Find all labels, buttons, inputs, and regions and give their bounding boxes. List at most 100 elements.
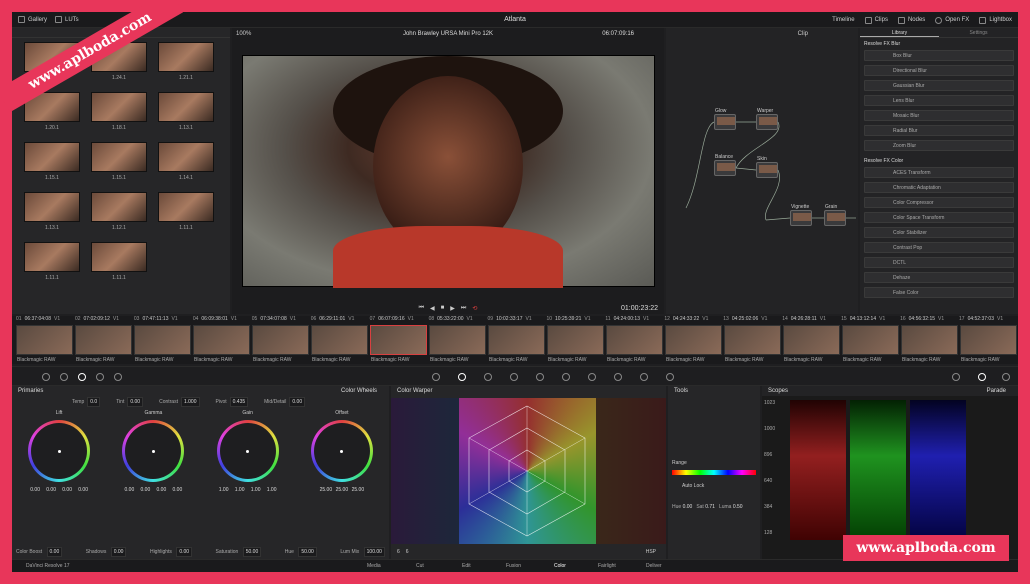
magic-mask-icon[interactable] (562, 373, 570, 381)
clip-thumbnail[interactable]: Blackmagic RAW (724, 325, 781, 363)
clip-thumbnail[interactable]: Blackmagic RAW (842, 325, 899, 363)
auto-lock-toggle[interactable]: Auto Lock (682, 483, 704, 489)
scope-mode[interactable]: Parade (987, 388, 1006, 394)
fx-item[interactable]: Mosaic Blur (864, 110, 1014, 121)
tab-settings[interactable]: Settings (939, 28, 1018, 37)
fx-item[interactable]: Radial Blur (864, 125, 1014, 136)
wheel-offset[interactable]: Offset 25.00 25.00 25.00 (302, 410, 382, 493)
wheel-value[interactable]: 25.00 (335, 487, 349, 493)
nav-color[interactable]: Color (554, 563, 566, 569)
still-thumb[interactable]: 1.18.1 (91, 92, 147, 131)
temp-control[interactable]: Temp 0.0 (72, 397, 101, 407)
clip-thumbnail[interactable]: Blackmagic RAW (311, 325, 368, 363)
tab-library[interactable]: Library (860, 28, 939, 37)
fx-item[interactable]: Chromatic Adaptation (864, 182, 1014, 193)
fx-item[interactable]: ACES Transform (864, 167, 1014, 178)
still-thumb[interactable]: 1.13.1 (24, 192, 80, 231)
clip-thumbnail[interactable]: Blackmagic RAW (193, 325, 250, 363)
still-thumb[interactable]: 1.15.1 (91, 142, 147, 181)
shadows-control[interactable]: Shadows 0.00 (86, 547, 127, 557)
gallery-tab[interactable]: Gallery (18, 16, 47, 23)
fx-item[interactable]: Contrast Pop (864, 242, 1014, 253)
wheel-gamma[interactable]: Gamma 0.00 0.00 0.00 0.00 (113, 410, 193, 493)
zoom-level[interactable]: 100% (236, 31, 251, 37)
window-icon[interactable] (510, 373, 518, 381)
loop-icon[interactable]: ⟲ (472, 305, 477, 312)
middetail-control[interactable]: Mid/Detail 0.00 (264, 397, 306, 407)
wheel-value[interactable]: 0.00 (154, 487, 168, 493)
qualifier-icon[interactable] (484, 373, 492, 381)
still-thumb[interactable]: 1.11.1 (158, 192, 214, 231)
motion-effects-icon[interactable] (1002, 373, 1010, 381)
primaries-icon[interactable] (78, 373, 86, 381)
nav-media[interactable]: Media (367, 563, 381, 569)
warper-rows[interactable]: 6 (406, 549, 409, 555)
clip-thumbnail[interactable]: Blackmagic RAW (252, 325, 309, 363)
clip-thumbnail[interactable]: Blackmagic RAW (16, 325, 73, 363)
wheel-value[interactable]: 0.00 (28, 487, 42, 493)
play-reverse-icon[interactable]: ◀ (430, 305, 435, 312)
luts-tab[interactable]: LUTs (55, 16, 79, 23)
wheel-value[interactable]: 0.00 (76, 487, 90, 493)
clip-thumbnail[interactable]: Blackmagic RAW (134, 325, 191, 363)
hdr-icon[interactable] (96, 373, 104, 381)
clip-thumbnail[interactable]: Blackmagic RAW (75, 325, 132, 363)
warper-grid[interactable] (391, 398, 666, 544)
warper-icon[interactable] (458, 373, 466, 381)
color-wheel[interactable] (216, 420, 279, 482)
nav-fusion[interactable]: Fusion (506, 563, 521, 569)
highlights-control[interactable]: Highlights 0.00 (150, 547, 193, 557)
play-icon[interactable]: ▶ (450, 305, 455, 312)
clips-button[interactable]: Clips (864, 16, 888, 24)
hue-range-bar[interactable] (672, 470, 756, 475)
fx-item[interactable]: Directional Blur (864, 65, 1014, 76)
clip-thumbnail[interactable]: Blackmagic RAW (606, 325, 663, 363)
blur-icon[interactable] (588, 373, 596, 381)
timeline-button[interactable]: Timeline (832, 17, 854, 23)
wheel-center[interactable] (31, 423, 88, 479)
tools-hue[interactable]: Hue 0.00 (672, 504, 692, 510)
fx-item[interactable]: Gaussian Blur (864, 80, 1014, 91)
camera-raw-icon[interactable] (42, 373, 50, 381)
pivot-control[interactable]: Pivot 0.435 (216, 397, 249, 407)
color-wheel[interactable] (122, 420, 185, 482)
stop-icon[interactable]: ■ (441, 305, 445, 311)
still-thumb[interactable]: 1.15.1 (24, 142, 80, 181)
tools-sat[interactable]: Sat 0.71 (696, 504, 715, 510)
nav-edit[interactable]: Edit (462, 563, 471, 569)
saturation-control[interactable]: Saturation 50.00 (216, 547, 262, 557)
rgb-mixer-icon[interactable] (114, 373, 122, 381)
clip-thumbnail[interactable]: Blackmagic RAW (547, 325, 604, 363)
info-icon[interactable] (952, 373, 960, 381)
fx-item[interactable]: Lens Blur (864, 95, 1014, 106)
key-icon[interactable] (614, 373, 622, 381)
skip-forward-icon[interactable]: ⏭ (461, 305, 466, 312)
color-boost-control[interactable]: Color Boost 0.00 (16, 547, 63, 557)
fx-item[interactable]: DCTL (864, 257, 1014, 268)
scopes-icon[interactable] (978, 373, 986, 381)
wheel-value[interactable]: 0.00 (138, 487, 152, 493)
wheel-center[interactable] (313, 423, 370, 479)
tracker-icon[interactable] (536, 373, 544, 381)
clip-thumbnail[interactable]: Blackmagic RAW (960, 325, 1017, 363)
wheel-value[interactable]: 0.00 (60, 487, 74, 493)
wheel-value[interactable]: 0.00 (44, 487, 58, 493)
wheel-center[interactable] (219, 423, 276, 479)
curves-icon[interactable] (432, 373, 440, 381)
hue-control[interactable]: Hue 50.00 (285, 547, 317, 557)
wheel-value[interactable]: 0.00 (170, 487, 184, 493)
color-match-icon[interactable] (60, 373, 68, 381)
still-thumb[interactable]: 1.11.1 (91, 242, 147, 281)
wheel-lift[interactable]: Lift 0.00 0.00 0.00 0.00 (19, 410, 99, 493)
clip-thumbnail[interactable]: Blackmagic RAW (370, 325, 427, 363)
nodes-button[interactable]: Nodes (897, 16, 925, 24)
warper-mesh[interactable] (459, 398, 596, 544)
still-thumb[interactable]: 1.13.1 (158, 92, 214, 131)
clip-thumbnail[interactable]: Blackmagic RAW (665, 325, 722, 363)
lummix-control[interactable]: Lum Mix 100.00 (340, 547, 385, 557)
clip-thumbnail[interactable]: Blackmagic RAW (783, 325, 840, 363)
wheel-value[interactable]: 1.00 (217, 487, 231, 493)
wheel-value[interactable]: 0.00 (122, 487, 136, 493)
nav-fairlight[interactable]: Fairlight (598, 563, 616, 569)
warper-columns[interactable]: 6 (397, 549, 400, 555)
